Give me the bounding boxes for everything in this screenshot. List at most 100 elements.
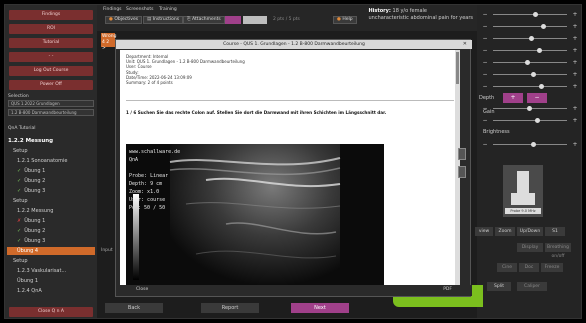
tab-training[interactable]: Training xyxy=(159,7,177,12)
close-button[interactable]: Close xyxy=(136,287,148,292)
minus-icon[interactable]: − xyxy=(481,83,489,91)
minus-icon[interactable]: − xyxy=(481,141,489,149)
control-slider[interactable]: − + xyxy=(481,83,579,91)
slider-knob[interactable] xyxy=(529,36,534,41)
tab-findings[interactable]: Findings xyxy=(103,7,122,12)
attachments-button[interactable]: ⎘ Attachments xyxy=(183,16,225,24)
slider-knob[interactable] xyxy=(533,12,538,17)
sidebar-item[interactable]: 1.2.2 Messung xyxy=(7,207,95,215)
probe-selector[interactable]: Probe 9.0 MHz xyxy=(503,165,543,217)
placeholder-button[interactable]: - - xyxy=(9,52,93,62)
help-button[interactable]: ● Help xyxy=(333,16,357,24)
power-off-button[interactable]: Power Off xyxy=(9,80,93,90)
roi-button[interactable]: ROI xyxy=(9,24,93,34)
page-up-control[interactable] xyxy=(458,148,466,160)
slider-track[interactable] xyxy=(493,86,567,87)
tutorial-button[interactable]: Tutorial xyxy=(9,38,93,48)
objectives-button[interactable]: ● Objectives xyxy=(105,16,143,24)
sidebar-item[interactable]: Übung 1 xyxy=(7,277,95,285)
control-slider[interactable]: − + xyxy=(481,105,579,113)
minus-icon[interactable]: − xyxy=(481,117,489,125)
slider-knob[interactable] xyxy=(525,60,530,65)
plus-icon[interactable]: + xyxy=(571,11,579,19)
minus-icon[interactable]: − xyxy=(481,11,489,19)
control-slider[interactable]: − + xyxy=(481,141,579,149)
slider-knob[interactable] xyxy=(527,106,532,111)
display-button[interactable]: Display xyxy=(517,243,543,252)
close-qna-button[interactable]: Close Q n A xyxy=(9,307,93,317)
depth-plus-button[interactable]: + xyxy=(503,93,523,103)
sidebar-item[interactable]: Setup xyxy=(7,197,95,205)
plus-icon[interactable]: + xyxy=(571,59,579,67)
slider-track[interactable] xyxy=(493,50,567,51)
control-slider[interactable]: − + xyxy=(481,35,579,43)
sidebar-item[interactable]: Setup xyxy=(7,147,95,155)
sidebar-item[interactable]: ✗ Übung 1 xyxy=(7,217,95,225)
page-down-control[interactable] xyxy=(458,166,466,178)
control-slider[interactable]: − + xyxy=(481,11,579,19)
plus-icon[interactable]: + xyxy=(571,141,579,149)
caliper-button[interactable]: Caliper xyxy=(517,282,547,291)
zoom-button[interactable]: Zoom xyxy=(495,227,515,236)
plus-icon[interactable]: + xyxy=(571,71,579,79)
slider-knob[interactable] xyxy=(531,142,536,147)
plus-icon[interactable]: + xyxy=(571,47,579,55)
tab-screenshots[interactable]: Screenshots xyxy=(126,7,154,12)
minus-icon[interactable]: − xyxy=(481,35,489,43)
slider-track[interactable] xyxy=(493,74,567,75)
plus-icon[interactable]: + xyxy=(571,105,579,113)
control-slider[interactable]: − + xyxy=(481,23,579,31)
sidebar-item[interactable]: ✓ Übung 2 xyxy=(7,177,95,185)
plus-icon[interactable]: + xyxy=(571,83,579,91)
sidebar-item[interactable]: Übung 4 xyxy=(7,247,95,255)
minus-icon[interactable]: − xyxy=(481,59,489,67)
report-button[interactable]: Report xyxy=(201,303,259,313)
doc-button[interactable]: Doc xyxy=(519,263,539,272)
close-icon[interactable]: ✕ xyxy=(463,40,467,49)
freeze-button[interactable]: Freeze xyxy=(541,263,563,272)
sidebar-item[interactable]: Setup xyxy=(7,257,95,265)
control-slider[interactable]: − + xyxy=(481,47,579,55)
view-button[interactable]: view xyxy=(475,227,493,236)
slider-track[interactable] xyxy=(493,14,567,15)
breathing-button[interactable]: Breathing on/off xyxy=(545,243,571,259)
updown-button[interactable]: Up/Down xyxy=(517,227,543,236)
next-button[interactable]: Next xyxy=(291,303,349,313)
sidebar-item[interactable]: ✓ Übung 3 xyxy=(7,187,95,195)
findings-button[interactable]: Findings xyxy=(9,10,93,20)
slider-track[interactable] xyxy=(493,144,567,145)
sidebar-item[interactable]: ✓ Übung 3 xyxy=(7,237,95,245)
plus-icon[interactable]: + xyxy=(571,117,579,125)
control-slider[interactable]: − + xyxy=(481,59,579,67)
logout-course-button[interactable]: Log Out Course xyxy=(9,66,93,76)
plus-icon[interactable]: + xyxy=(571,35,579,43)
sidebar-item[interactable]: ✓ Übung 1 xyxy=(7,167,95,175)
scroll-thumb[interactable] xyxy=(456,52,459,84)
plus-icon[interactable]: + xyxy=(571,23,579,31)
unit-select[interactable]: 1.2 B-800 Darmwandbeurteilung xyxy=(8,109,94,116)
sidebar-item[interactable]: 1.2.3 Vaskularisat... xyxy=(7,267,95,275)
sidebar-item[interactable]: ✓ Übung 2 xyxy=(7,227,95,235)
slider-knob[interactable] xyxy=(535,118,540,123)
minus-icon[interactable]: − xyxy=(481,47,489,55)
pdf-button[interactable]: PDF xyxy=(443,287,452,292)
slider-knob[interactable] xyxy=(531,72,536,77)
slider-knob[interactable] xyxy=(541,24,546,29)
slider-knob[interactable] xyxy=(539,84,544,89)
sidebar-item[interactable]: 1.2.1 Sonoanatomie xyxy=(7,157,95,165)
slider-knob[interactable] xyxy=(537,48,542,53)
s1-button[interactable]: S1 xyxy=(545,227,565,236)
back-button[interactable]: Back xyxy=(105,303,163,313)
slider-track[interactable] xyxy=(493,62,567,63)
minus-icon[interactable]: − xyxy=(481,71,489,79)
sidebar-item[interactable]: 1.2.4 QnA xyxy=(7,287,95,295)
instructions-button[interactable]: ▤ Instructions xyxy=(143,16,184,24)
depth-minus-button[interactable]: − xyxy=(527,93,547,103)
control-slider[interactable]: − + xyxy=(481,71,579,79)
minus-icon[interactable]: − xyxy=(481,23,489,31)
slider-track[interactable] xyxy=(493,120,567,121)
control-slider[interactable]: − + xyxy=(481,117,579,125)
cine-button[interactable]: Cine xyxy=(497,263,517,272)
slider-track[interactable] xyxy=(493,26,567,27)
course-select[interactable]: QUS 1.2022 Grundlagen xyxy=(8,100,94,107)
